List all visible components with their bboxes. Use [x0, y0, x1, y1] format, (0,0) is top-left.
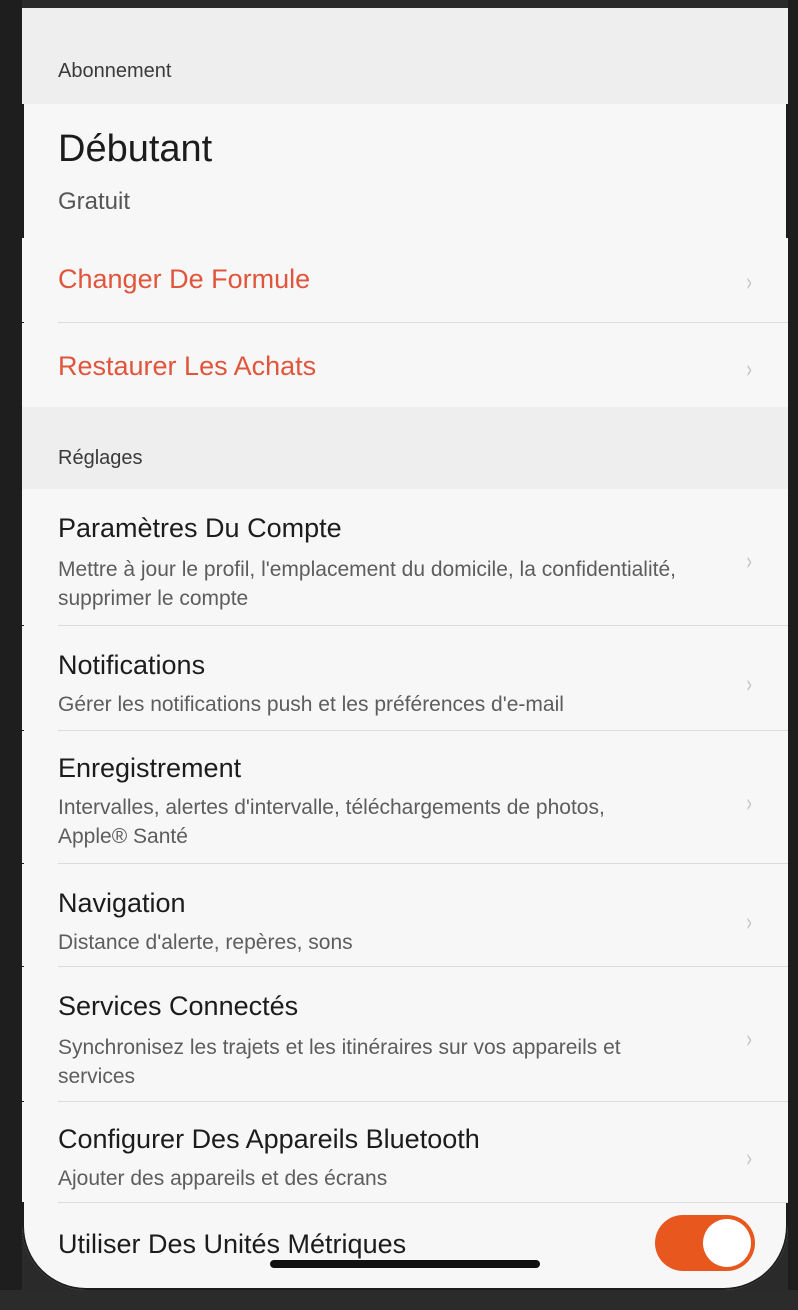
- bluetooth-devices-item[interactable]: Configurer Des Appareils Bluetooth Ajout…: [22, 1102, 788, 1202]
- bluetooth-devices-subtitle: Ajouter des appareils et des écrans: [58, 1167, 388, 1190]
- connected-services-title: Services Connectés: [58, 991, 299, 1021]
- connected-services-subtitle: Synchronisez les trajets et les itinérai…: [58, 1036, 621, 1088]
- device-bezel-left: [0, 0, 22, 1310]
- chevron-right-icon: ›: [746, 547, 753, 577]
- navigation-item[interactable]: Navigation Distance d'alerte, repères, s…: [22, 864, 788, 966]
- notifications-title: Notifications: [58, 650, 206, 680]
- metric-units-toggle[interactable]: [655, 1215, 755, 1271]
- chevron-right-icon: ›: [746, 789, 753, 819]
- chevron-right-icon: ›: [746, 268, 753, 298]
- connected-services-item[interactable]: Services Connectés Synchronisez les traj…: [22, 967, 788, 1101]
- chevron-right-icon: ›: [746, 670, 753, 700]
- recording-subtitle: Intervalles, alertes d'intervalle, téléc…: [58, 796, 605, 848]
- recording-item[interactable]: Enregistrement Intervalles, alertes d'in…: [22, 731, 788, 863]
- plan-name: Débutant: [58, 128, 213, 170]
- settings-header-label: Réglages: [58, 447, 143, 469]
- account-settings-title: Paramètres Du Compte: [58, 513, 342, 543]
- restore-purchases-label: Restaurer Les Achats: [58, 351, 317, 381]
- device-bezel-bottom: [0, 1290, 798, 1310]
- account-settings-subtitle: Mettre à jour le profil, l'emplacement d…: [58, 558, 676, 610]
- restore-purchases-button[interactable]: Restaurer Les Achats ›: [22, 323, 788, 407]
- subscription-section-header: Abonnement: [22, 8, 788, 104]
- change-plan-label: Changer De Formule: [58, 264, 311, 294]
- device-bezel-right: [788, 0, 798, 1310]
- change-plan-button[interactable]: Changer De Formule ›: [22, 238, 788, 322]
- chevron-right-icon: ›: [746, 1025, 753, 1055]
- settings-screen: Abonnement Débutant Gratuit Changer De F…: [22, 8, 788, 1290]
- toggle-knob: [703, 1219, 751, 1267]
- notifications-subtitle: Gérer les notifications push et les préf…: [58, 693, 564, 716]
- notifications-item[interactable]: Notifications Gérer les notifications pu…: [22, 626, 788, 730]
- metric-units-label: Utiliser Des Unités Métriques: [58, 1229, 407, 1259]
- bluetooth-devices-title: Configurer Des Appareils Bluetooth: [58, 1124, 480, 1154]
- subscription-header-label: Abonnement: [58, 60, 172, 82]
- settings-section-header: Réglages: [22, 407, 788, 489]
- navigation-title: Navigation: [58, 888, 186, 918]
- home-indicator[interactable]: [270, 1260, 540, 1268]
- chevron-right-icon: ›: [746, 1144, 753, 1174]
- recording-title: Enregistrement: [58, 753, 242, 783]
- navigation-subtitle: Distance d'alerte, repères, sons: [58, 931, 353, 954]
- chevron-right-icon: ›: [746, 355, 753, 385]
- chevron-right-icon: ›: [746, 908, 753, 938]
- account-settings-item[interactable]: Paramètres Du Compte Mettre à jour le pr…: [22, 489, 788, 625]
- plan-price: Gratuit: [58, 188, 131, 215]
